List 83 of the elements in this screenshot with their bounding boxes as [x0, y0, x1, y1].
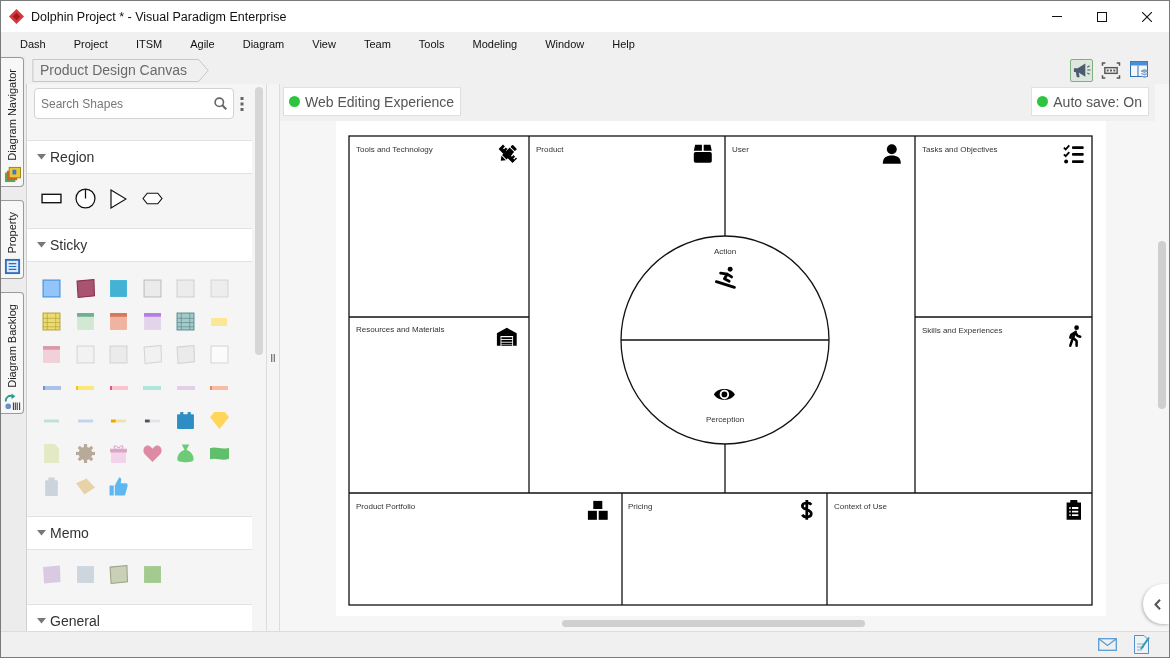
side-tab[interactable]: Diagram Backlog: [1, 292, 24, 415]
menu-item[interactable]: Agile: [176, 34, 229, 54]
search-icon: [214, 97, 227, 110]
lined-note-icon[interactable]: [176, 312, 196, 331]
sticky-note-icon[interactable]: [75, 279, 95, 298]
side-tab[interactable]: Diagram Navigator: [1, 57, 24, 187]
block-title: Skills and Experiences: [922, 326, 1003, 335]
section-header[interactable]: Region: [27, 140, 252, 174]
menu-item[interactable]: Project: [59, 34, 122, 54]
dollar-icon: [800, 498, 813, 522]
triangle-shape-icon[interactable]: [110, 188, 128, 209]
section-header[interactable]: Sticky: [27, 228, 252, 262]
close-icon: [1141, 11, 1152, 22]
scrollbar-thumb[interactable]: [255, 87, 263, 355]
menu-item[interactable]: ITSM: [121, 34, 177, 54]
tag-icon[interactable]: [75, 477, 95, 496]
heart-icon[interactable]: [142, 444, 162, 463]
more-vertical-icon[interactable]: [240, 97, 244, 111]
frame-icon: [1100, 61, 1121, 79]
block-title: Context of Use: [834, 502, 887, 511]
hexagon-shape-icon[interactable]: [141, 192, 163, 205]
rectangle-shape-icon[interactable]: [41, 193, 63, 204]
section-header[interactable]: Memo: [27, 516, 252, 550]
app-logo-icon: [9, 9, 24, 24]
property-sheet-icon: [3, 258, 21, 276]
block-title: Resources and Materials: [356, 325, 445, 334]
menu-item[interactable]: View: [298, 34, 350, 54]
walking-person-icon: [1069, 325, 1082, 347]
menu-item[interactable]: Diagram: [228, 34, 299, 54]
chevron-left-icon: [1153, 598, 1161, 610]
menu-item[interactable]: Window: [531, 34, 599, 54]
diamond-icon[interactable]: [209, 411, 229, 430]
scrollbar-thumb[interactable]: [1158, 241, 1166, 409]
menu-item[interactable]: Help: [598, 34, 649, 54]
folders-icon: [3, 165, 21, 183]
block-title: User: [732, 145, 749, 154]
mail-icon[interactable]: [1098, 638, 1117, 651]
section-header[interactable]: General: [27, 604, 252, 631]
eye-icon: [713, 389, 735, 400]
arrow-barcode-icon: [3, 393, 21, 411]
tape-icon[interactable]: [143, 418, 161, 423]
menu-item[interactable]: Modeling: [458, 34, 532, 54]
checklist-icon: [1063, 144, 1084, 164]
gift-icon[interactable]: [109, 444, 129, 463]
pencil-ruler-icon: [498, 144, 518, 164]
user-icon: [882, 144, 901, 164]
megaphone-button[interactable]: [1070, 58, 1093, 82]
note-icon[interactable]: [1133, 635, 1150, 654]
thumbs-up-icon[interactable]: [109, 477, 129, 496]
minimize-icon: [1051, 16, 1062, 17]
block-title: Product: [536, 145, 564, 154]
menu-item[interactable]: Team: [349, 34, 405, 54]
block-title: Tools and Technology: [356, 145, 433, 154]
clipboard-icon: [1066, 499, 1081, 520]
circle-label: Perception: [705, 415, 745, 424]
lined-note-icon[interactable]: [42, 312, 62, 331]
box-icon: [693, 144, 712, 163]
maximize-icon: [1096, 11, 1107, 22]
side-tab[interactable]: Property: [1, 199, 24, 280]
scrollbar-thumb[interactable]: [562, 620, 865, 627]
circle-label: Action: [713, 247, 737, 256]
search-field[interactable]: Search Shapes: [34, 88, 234, 119]
window-title: Dolphin Project * - Visual Paradigm Enterprise: [31, 9, 287, 24]
block-title: Tasks and Objectives: [922, 145, 998, 154]
bag-icon[interactable]: [176, 444, 196, 463]
block-title: Product Portfolio: [356, 502, 416, 511]
block-title: Pricing: [628, 502, 653, 511]
circle-shape-icon[interactable]: [74, 188, 96, 209]
megaphone-icon: [1072, 61, 1091, 79]
breadcrumb-item[interactable]: Product Design Canvas: [32, 58, 210, 82]
document-icon[interactable]: [42, 444, 62, 463]
auto-save-button[interactable]: Auto save: On: [1031, 87, 1149, 116]
warehouse-icon: [496, 327, 517, 346]
snowboarder-icon: [714, 266, 736, 289]
window-layout-icon: [1130, 61, 1149, 79]
splitter-grip-icon[interactable]: [271, 353, 275, 362]
web-editing-button[interactable]: Web Editing Experience: [283, 87, 462, 116]
menu-item[interactable]: Tools: [404, 34, 459, 54]
calendar-icon[interactable]: [176, 411, 196, 430]
menu-item[interactable]: Dash: [6, 34, 60, 54]
boxes-icon: [587, 500, 608, 520]
gear-icon[interactable]: [75, 444, 95, 463]
tape-icon[interactable]: [108, 384, 129, 391]
